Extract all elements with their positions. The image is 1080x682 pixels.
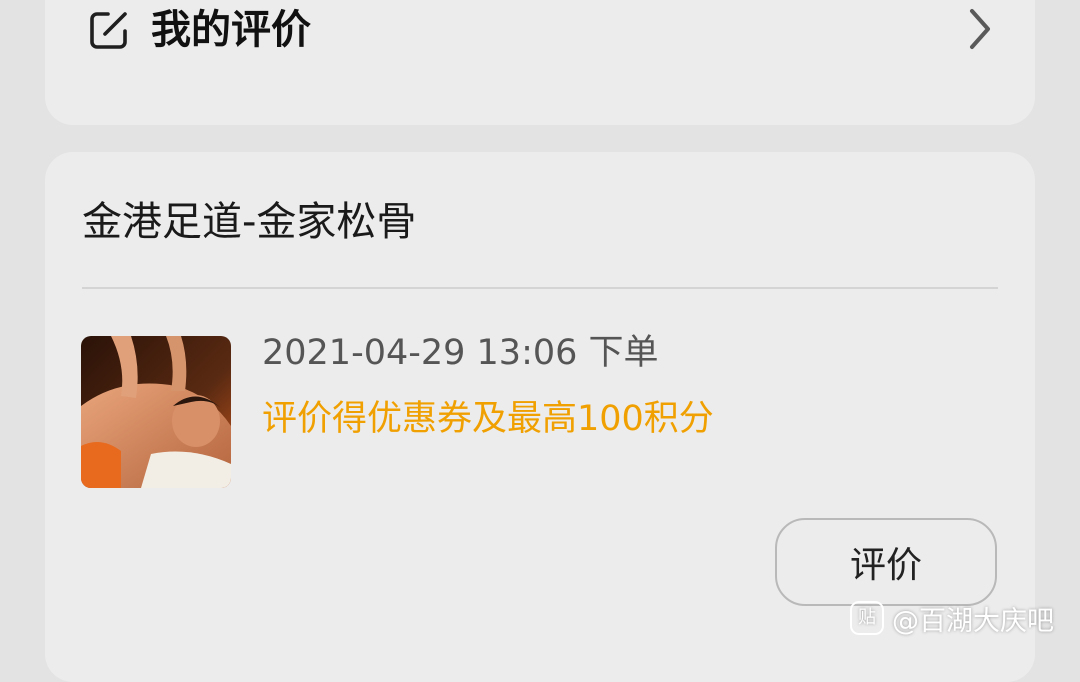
service-thumbnail[interactable] [81,336,231,488]
chevron-right-icon [970,9,990,49]
tieba-logo-icon: 贴 [850,601,884,635]
shop-name[interactable]: 金港足道-金家松骨 [82,194,416,250]
edit-icon [90,12,127,49]
my-reviews-title: 我的评价 [151,7,311,53]
my-reviews-row[interactable]: 我的评价 [45,0,1035,125]
divider [82,287,998,289]
order-time: 2021-04-29 13:06 下单 [262,333,659,373]
watermark-text: @百湖大庆吧 [892,605,1054,637]
watermark: 贴 @百湖大庆吧 [850,598,1054,638]
massage-photo [81,336,231,488]
write-review-button[interactable]: 评价 [775,518,997,606]
review-reward-promo: 评价得优惠券及最高100积分 [262,399,714,439]
my-reviews-card: 我的评价 [45,0,1035,125]
